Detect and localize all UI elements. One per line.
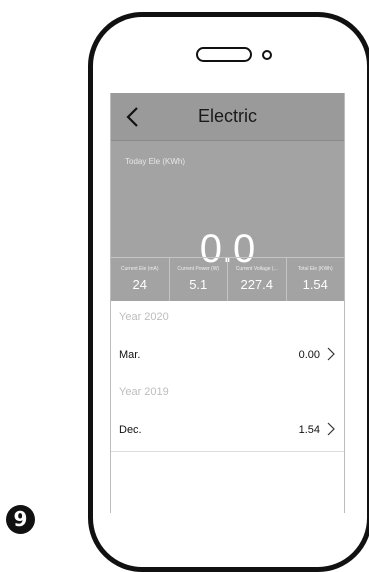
year-header-2019: Year 2019 (111, 376, 344, 412)
camera-icon (262, 50, 272, 60)
stat-label: Total Ele (KWh) (297, 266, 333, 272)
chevron-right-icon (327, 347, 335, 361)
stat-value: 24 (132, 277, 147, 292)
month-row-mar[interactable]: Mar. 0.00 (111, 336, 344, 377)
year-label: Year 2019 (119, 386, 169, 398)
stat-total-ele: Total Ele (KWh) 1.54 (287, 258, 345, 302)
stat-current-voltage: Current Voltage (... 227.4 (228, 258, 287, 302)
month-row-dec[interactable]: Dec. 1.54 (111, 411, 344, 452)
page-title: Electric (197, 106, 257, 126)
month-label: Mar. (119, 349, 141, 361)
app-screen: Electric Today Ele (KWh) 0.0 Current Ele… (110, 93, 345, 513)
nav-bar: Electric (111, 93, 344, 141)
month-value: 1.54 (298, 424, 320, 436)
speaker-icon (196, 47, 252, 62)
year-label: Year 2020 (119, 311, 169, 323)
stats-row: Current Ele (mA) 24 Current Power (W) 5.… (111, 257, 344, 302)
step-number-badge: 9 (6, 505, 35, 534)
month-label: Dec. (119, 424, 142, 436)
stat-label: Current Voltage (... (235, 266, 278, 272)
year-header-2020: Year 2020 (111, 301, 344, 337)
month-value: 0.00 (298, 349, 320, 361)
stat-label: Current Ele (mA) (120, 266, 159, 272)
stat-value: 5.1 (189, 277, 208, 292)
stat-current-ele: Current Ele (mA) 24 (111, 258, 170, 302)
stat-current-power: Current Power (W) 5.1 (170, 258, 228, 302)
stat-value: 227.4 (240, 277, 274, 292)
stat-value: 1.54 (302, 277, 328, 292)
stat-label: Current Power (W) (177, 266, 220, 272)
today-label: Today Ele (KWh) (125, 157, 186, 166)
chevron-right-icon (327, 422, 335, 436)
